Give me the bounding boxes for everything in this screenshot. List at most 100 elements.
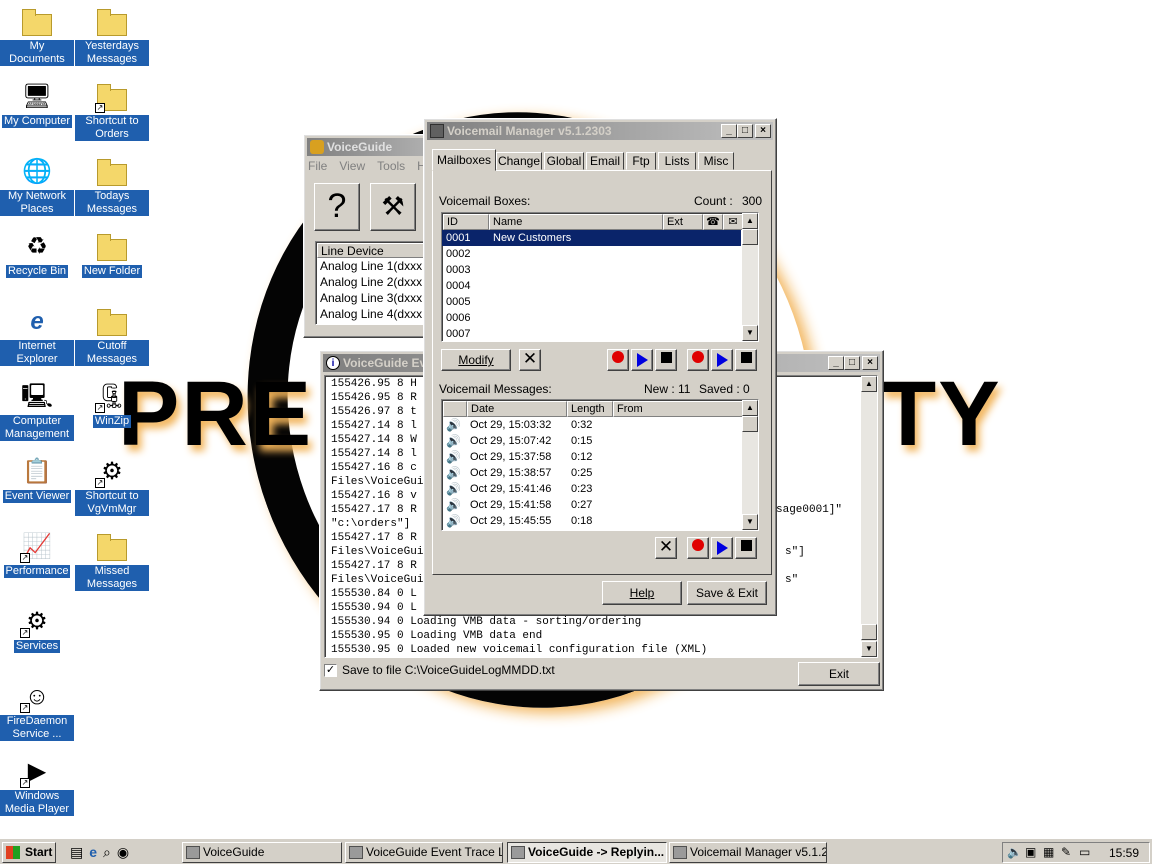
exit-button[interactable]: Exit — [798, 662, 880, 686]
scroll-thumb[interactable] — [742, 229, 758, 245]
record-greeting-button[interactable] — [607, 349, 629, 371]
minimize-button[interactable]: _ — [828, 356, 844, 370]
maximize-button[interactable]: □ — [737, 124, 753, 138]
show-desktop-icon[interactable]: ▤ — [70, 844, 83, 861]
mailbox-row[interactable]: 0004 — [442, 278, 741, 294]
taskbar-item[interactable]: VoiceGuide — [182, 842, 342, 863]
message-row[interactable]: 🔊 Oct 29, 15:07:42 0:15 — [442, 433, 741, 449]
tools-toolbar-button[interactable]: ⚒ — [370, 183, 416, 231]
line-device-row[interactable]: Analog Line 2(dxxxB1 — [316, 274, 430, 290]
message-row[interactable]: 🔊 Oct 29, 15:41:46 0:23 — [442, 481, 741, 497]
save-exit-button[interactable]: Save & Exit — [687, 581, 767, 605]
record-name-button[interactable] — [687, 349, 709, 371]
start-button[interactable]: Start — [2, 842, 56, 863]
voicemail-manager-window[interactable]: Voicemail Manager v5.1.2303 _ □ × Mailbo… — [423, 118, 777, 616]
scroll-down-arrow[interactable]: ▼ — [861, 641, 877, 657]
tray-app-icon[interactable]: ▦ — [1043, 845, 1054, 859]
delete-box-button[interactable]: ✕ — [519, 349, 541, 371]
desktop-icon[interactable]: Missed Messages — [75, 531, 149, 591]
desktop-icon[interactable]: ↗ Shortcut to Orders — [75, 81, 149, 141]
scroll-up-arrow[interactable]: ▲ — [742, 400, 758, 416]
stop-message-button[interactable] — [735, 537, 757, 559]
desktop-icon[interactable]: 🌐 My Network Places — [0, 156, 74, 216]
tab-email[interactable]: Email — [586, 152, 624, 170]
message-row[interactable]: 🔊 Oct 29, 15:41:58 0:27 — [442, 497, 741, 513]
messages-list[interactable]: Date Length From 🔊 Oct 29, 15:03:32 0:32 🔊 O… — [441, 399, 759, 531]
line-device-row[interactable]: Analog Line 1(dxxxB1 — [316, 258, 430, 274]
menu-view[interactable]: View — [339, 159, 365, 175]
mailbox-row[interactable]: 0003 — [442, 262, 741, 278]
col-email[interactable]: ✉ — [723, 214, 743, 230]
play-message-button[interactable] — [711, 537, 733, 559]
stop-greeting-button[interactable] — [655, 349, 677, 371]
tab-lists[interactable]: Lists — [658, 152, 696, 170]
line-device-row[interactable]: Analog Line 3(dxxxB1 — [316, 290, 430, 306]
desktop-icon[interactable]: 📈 ↗ Performance — [0, 531, 74, 578]
scroll-up-arrow[interactable]: ▲ — [742, 213, 758, 229]
scroll-thumb[interactable] — [861, 624, 877, 640]
desktop-icon[interactable]: Todays Messages — [75, 156, 149, 216]
mailbox-list[interactable]: ID Name Ext ☎ ✉ 0001 New Customers 0002 000… — [441, 212, 759, 342]
tab-global[interactable]: Global — [544, 152, 584, 170]
desktop-icon[interactable]: New Folder — [75, 231, 149, 278]
desktop-icon[interactable]: 🖳 Computer Management — [0, 381, 74, 441]
close-button[interactable]: × — [862, 356, 878, 370]
scroll-down-arrow[interactable]: ▼ — [742, 325, 758, 341]
tab-misc[interactable]: Misc — [698, 152, 734, 170]
minimize-button[interactable]: _ — [721, 124, 737, 138]
help-button[interactable]: Help — [602, 581, 682, 605]
desktop-icon[interactable]: Yesterdays Messages — [75, 6, 149, 66]
desktop-icon[interactable]: 🗜 ↗ WinZip — [75, 381, 149, 428]
message-row[interactable]: 🔊 Oct 29, 15:37:58 0:12 — [442, 449, 741, 465]
tab-change[interactable]: Change — [496, 152, 542, 170]
play-greeting-button[interactable] — [631, 349, 653, 371]
message-row[interactable]: 🔊 Oct 29, 15:38:57 0:25 — [442, 465, 741, 481]
col-length[interactable]: Length — [567, 401, 613, 417]
play-name-button[interactable] — [711, 349, 733, 371]
desktop-icon[interactable]: ⚙ ↗ Shortcut to VgVmMgr — [75, 456, 149, 516]
col-status[interactable] — [443, 401, 467, 417]
message-row[interactable]: 🔊 Oct 29, 15:03:32 0:32 — [442, 417, 741, 433]
menu-tools[interactable]: Tools — [377, 159, 405, 175]
desktop-icon[interactable]: ♻ Recycle Bin — [0, 231, 74, 278]
desktop-icon[interactable]: My Documents — [0, 6, 74, 66]
taskbar-item[interactable]: Voicemail Manager v5.1.2... — [669, 842, 827, 863]
network-icon[interactable]: ▣ — [1025, 845, 1036, 859]
record-message-button[interactable] — [687, 537, 709, 559]
desktop-icon[interactable]: ⚙ ↗ Services — [0, 606, 74, 653]
desktop-icon[interactable]: ▶ ↗ Windows Media Player — [0, 756, 74, 816]
media-player-icon[interactable]: ◉ — [117, 844, 129, 861]
messages-scrollbar[interactable]: ▲ ▼ — [742, 400, 758, 530]
col-phone[interactable]: ☎ — [703, 214, 723, 230]
col-id[interactable]: ID — [443, 214, 489, 230]
volume-icon[interactable]: 🔈 — [1007, 845, 1022, 859]
message-row[interactable]: 🔊 Oct 29, 15:45:55 0:18 — [442, 513, 741, 529]
scroll-down-arrow[interactable]: ▼ — [742, 514, 758, 530]
col-date[interactable]: Date — [467, 401, 567, 417]
search-icon[interactable]: ⌕ — [103, 844, 111, 861]
col-from[interactable]: From — [613, 401, 743, 417]
internet-explorer-icon[interactable]: e — [89, 844, 97, 861]
mailbox-scrollbar[interactable]: ▲ ▼ — [742, 213, 758, 341]
modify-button[interactable]: Modify — [441, 349, 511, 371]
mailbox-row[interactable]: 0001 New Customers — [442, 230, 741, 246]
col-ext[interactable]: Ext — [663, 214, 703, 230]
menu-file[interactable]: File — [308, 159, 327, 175]
desktop-icon[interactable]: e Internet Explorer — [0, 306, 74, 366]
tab-mailboxes[interactable]: Mailboxes — [432, 149, 496, 171]
col-name[interactable]: Name — [489, 214, 663, 230]
taskbar-item[interactable]: VoiceGuide Event Trace Log — [345, 842, 503, 863]
close-button[interactable]: × — [755, 124, 771, 138]
scroll-up-arrow[interactable]: ▲ — [861, 376, 877, 392]
save-to-file-checkbox[interactable]: ✓ — [324, 664, 337, 677]
tray-monitor-icon[interactable]: ▭ — [1079, 845, 1090, 859]
vmm-titlebar[interactable]: Voicemail Manager v5.1.2303 _ □ × — [427, 122, 773, 140]
delete-message-button[interactable]: ✕ — [655, 537, 677, 559]
tray-tool-icon[interactable]: ✎ — [1061, 845, 1071, 859]
mailbox-row[interactable]: 0006 — [442, 310, 741, 326]
desktop-icon[interactable]: 🖥 My Computer — [0, 81, 74, 128]
tab-ftp[interactable]: Ftp — [626, 152, 656, 170]
desktop-icon[interactable]: ☺ ↗ FireDaemon Service ... — [0, 681, 74, 741]
line-device-row[interactable]: Analog Line 4(dxxxB1 — [316, 306, 430, 322]
line-device-list[interactable]: Line Device Analog Line 1(dxxxB1 Analog … — [315, 241, 431, 325]
